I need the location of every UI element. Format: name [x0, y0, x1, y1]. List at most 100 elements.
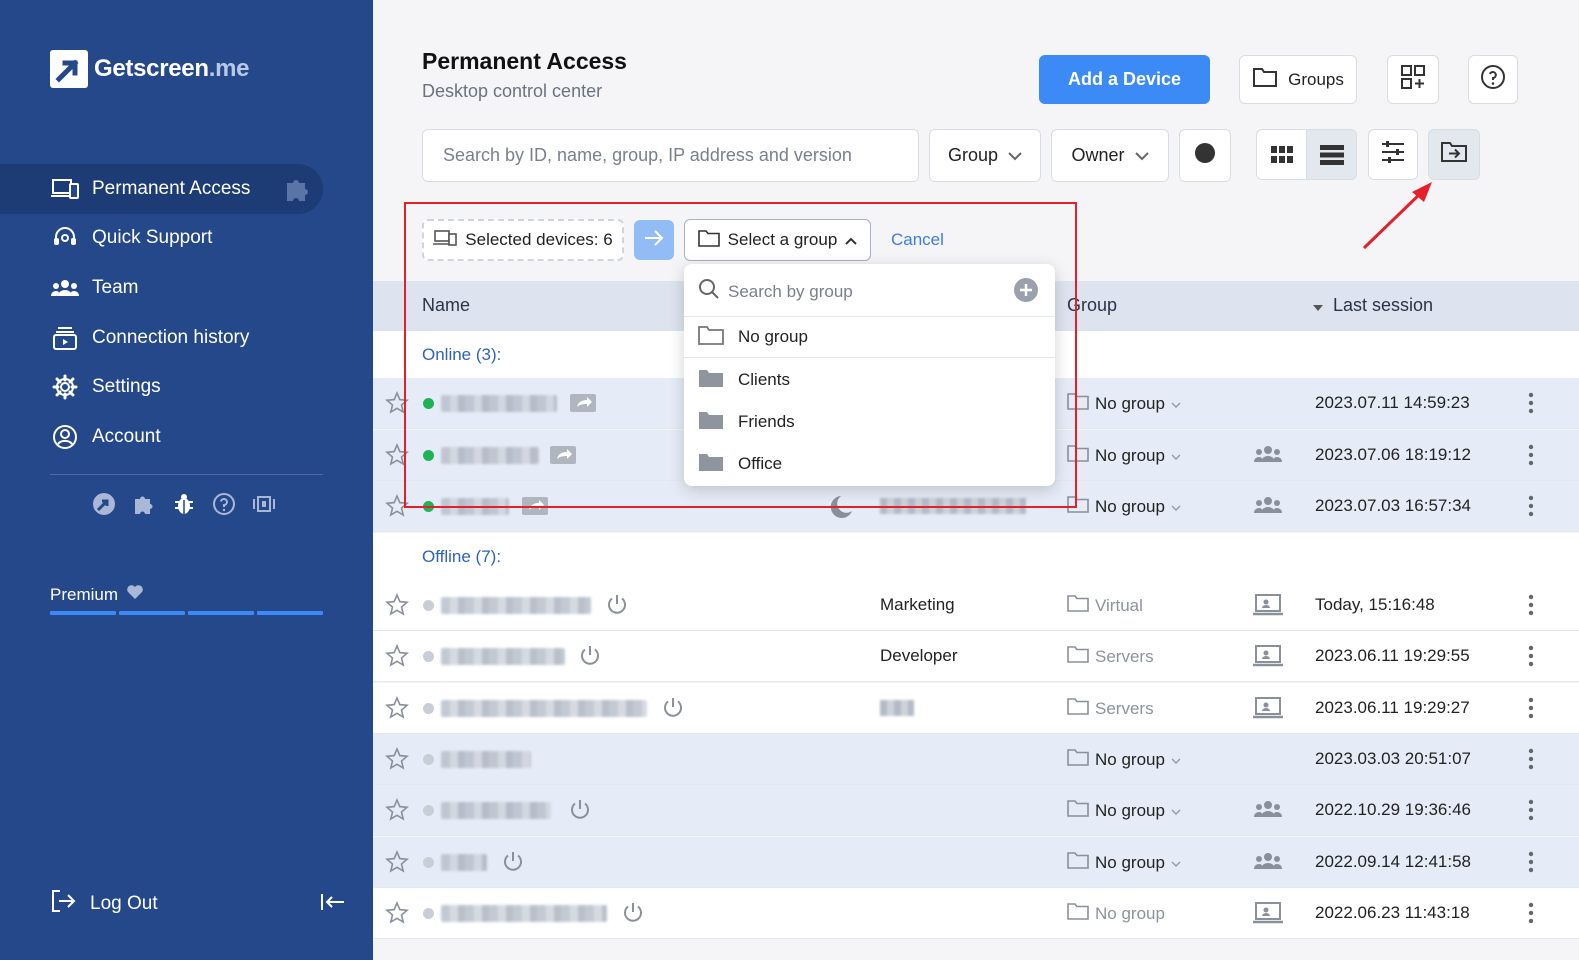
- column-last-session-label: Last session: [1333, 295, 1434, 315]
- puzzle-icon[interactable]: [283, 175, 311, 209]
- add-widget-button[interactable]: [1387, 55, 1439, 104]
- sidebar-nav: Permanent Access Quick Support Team Conn…: [0, 164, 373, 462]
- add-group-icon[interactable]: [1014, 278, 1038, 307]
- power-icon[interactable]: [501, 850, 525, 879]
- collapse-sidebar-icon[interactable]: [318, 890, 346, 919]
- arrow-right-icon: [644, 229, 664, 251]
- more-options-icon[interactable]: [1528, 850, 1534, 879]
- move-to-group-button[interactable]: [1428, 129, 1480, 180]
- more-options-icon[interactable]: [1528, 644, 1534, 673]
- device-group[interactable]: No group: [1067, 392, 1181, 415]
- flag-icon[interactable]: [252, 490, 276, 518]
- column-name[interactable]: Name: [422, 295, 470, 316]
- remote-access-icon[interactable]: [521, 496, 549, 521]
- logout-button[interactable]: Log Out: [50, 888, 158, 920]
- group-search-input[interactable]: [728, 281, 998, 302]
- more-options-icon[interactable]: [1528, 593, 1534, 622]
- table-row[interactable]: Servers 2023.06.11 19:29:27: [373, 683, 1579, 734]
- group-option-clients[interactable]: Clients: [684, 359, 1055, 401]
- favorite-star-icon[interactable]: [385, 592, 409, 622]
- group-option-friends[interactable]: Friends: [684, 401, 1055, 443]
- more-options-icon[interactable]: [1528, 391, 1534, 420]
- device-group[interactable]: No group: [1067, 444, 1181, 467]
- power-icon[interactable]: [568, 798, 592, 827]
- plan-badge[interactable]: Premium: [50, 584, 144, 605]
- table-row[interactable]: Marketing Virtual Today, 15:16:48: [373, 580, 1579, 631]
- device-group[interactable]: Servers: [1067, 697, 1154, 720]
- brand-logo[interactable]: Getscreen.me: [50, 50, 249, 88]
- power-icon[interactable]: [661, 696, 685, 725]
- device-group[interactable]: Servers: [1067, 645, 1154, 668]
- power-icon[interactable]: [605, 593, 629, 622]
- apply-move-button[interactable]: [634, 220, 674, 260]
- last-session-time: 2023.07.11 14:59:23: [1315, 393, 1470, 412]
- device-name-redacted: [441, 498, 509, 515]
- device-group[interactable]: No group: [1067, 495, 1181, 518]
- favorite-star-icon[interactable]: [385, 797, 409, 827]
- table-row[interactable]: No group 2023.03.03 20:51:07: [373, 734, 1579, 785]
- favorite-star-icon[interactable]: [385, 746, 409, 776]
- favorite-star-icon[interactable]: [385, 643, 409, 673]
- headset-icon: [50, 225, 80, 251]
- filter-settings-button[interactable]: [1368, 129, 1418, 180]
- help-button[interactable]: [1468, 55, 1518, 104]
- more-options-icon[interactable]: [1528, 747, 1534, 776]
- power-icon[interactable]: [578, 644, 602, 673]
- sidebar-item-team[interactable]: Team: [0, 263, 373, 313]
- app-logo-icon[interactable]: [92, 490, 116, 518]
- favorite-star-icon[interactable]: [385, 849, 409, 879]
- device-group[interactable]: No group: [1067, 902, 1165, 925]
- table-row[interactable]: No group 2023.07.03 16:57:34: [373, 481, 1579, 532]
- devices-icon: [50, 176, 80, 202]
- favorite-star-icon[interactable]: [385, 900, 409, 930]
- table-row[interactable]: No group 2022.10.29 19:36:46: [373, 785, 1579, 836]
- group-filter-dropdown[interactable]: Group: [929, 129, 1041, 182]
- favorite-star-icon[interactable]: [385, 695, 409, 725]
- folder-icon: [1067, 697, 1089, 720]
- folder-move-icon: [1440, 141, 1468, 168]
- list-view-icon[interactable]: [1306, 130, 1356, 179]
- column-group[interactable]: Group: [1067, 295, 1117, 316]
- more-options-icon[interactable]: [1528, 696, 1534, 725]
- bug-icon[interactable]: [172, 490, 196, 518]
- device-group-label: No group: [1095, 903, 1165, 923]
- sidebar-item-account[interactable]: Account: [0, 412, 373, 462]
- more-options-icon[interactable]: [1528, 798, 1534, 827]
- sidebar-item-connection-history[interactable]: Connection history: [0, 313, 373, 363]
- device-group[interactable]: No group: [1067, 748, 1181, 771]
- favorite-star-icon[interactable]: [385, 493, 409, 523]
- add-device-button[interactable]: Add a Device: [1039, 55, 1210, 104]
- remote-access-icon[interactable]: [569, 393, 597, 418]
- device-group[interactable]: Virtual: [1067, 594, 1143, 617]
- more-options-icon[interactable]: [1528, 494, 1534, 523]
- power-icon[interactable]: [621, 901, 645, 930]
- status-filter-button[interactable]: [1179, 129, 1231, 182]
- last-session-time: 2023.07.03 16:57:34: [1315, 496, 1471, 515]
- more-options-icon[interactable]: [1528, 443, 1534, 472]
- remote-access-icon[interactable]: [549, 445, 577, 470]
- favorite-star-icon[interactable]: [385, 390, 409, 420]
- search-input[interactable]: [422, 129, 919, 182]
- sidebar-item-quick-support[interactable]: Quick Support: [0, 214, 373, 264]
- group-option-no-group[interactable]: No group: [684, 316, 1055, 358]
- groups-button[interactable]: Groups: [1239, 55, 1357, 104]
- device-group[interactable]: No group: [1067, 799, 1181, 822]
- more-options-icon[interactable]: [1528, 901, 1534, 930]
- favorite-star-icon[interactable]: [385, 442, 409, 472]
- sidebar-item-permanent-access[interactable]: Permanent Access: [0, 164, 323, 214]
- sidebar-item-settings[interactable]: Settings: [0, 362, 373, 412]
- table-row[interactable]: No group 2022.09.14 12:41:58: [373, 837, 1579, 888]
- cancel-selection-link[interactable]: Cancel: [891, 230, 944, 250]
- table-row[interactable]: No group 2022.06.23 11:43:18: [373, 888, 1579, 939]
- group-option-office[interactable]: Office: [684, 443, 1055, 485]
- grid-view-icon[interactable]: [1257, 130, 1306, 179]
- table-row[interactable]: Developer Servers 2023.06.11 19:29:55: [373, 631, 1579, 682]
- device-name-redacted: [441, 854, 487, 871]
- device-group[interactable]: No group: [1067, 851, 1181, 874]
- column-last-session[interactable]: Last session: [1313, 295, 1433, 316]
- help-circle-icon[interactable]: [212, 490, 236, 518]
- folder-icon: [698, 368, 724, 393]
- puzzle-icon[interactable]: [132, 490, 156, 518]
- owner-filter-dropdown[interactable]: Owner: [1051, 129, 1169, 182]
- select-group-dropdown[interactable]: Select a group: [684, 219, 871, 261]
